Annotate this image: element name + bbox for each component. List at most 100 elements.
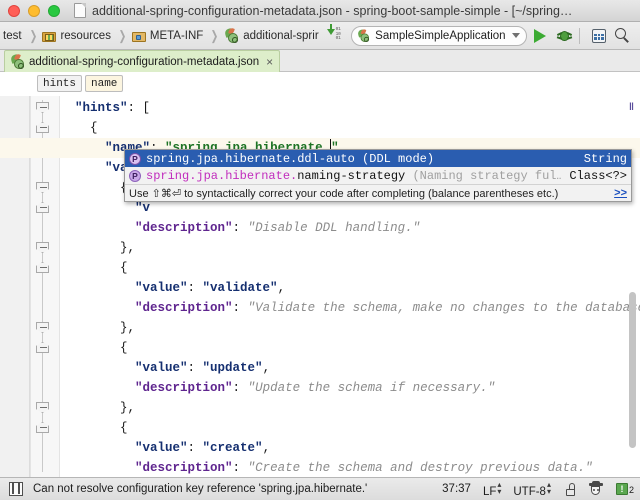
encoding-selector[interactable]: UTF-8▴ ▾ [513,480,551,498]
title-bar: additional-spring-configuration-metadata… [0,0,640,22]
status-badge[interactable]: ! 2 [615,483,634,495]
code-token: : [187,361,203,375]
window-title: additional-spring-configuration-metadata… [92,3,573,18]
tool-windows-button[interactable] [588,25,609,47]
completion-item-list[interactable]: Pspring.jpa.hibernate.ddl-auto (DDL mode… [125,150,631,184]
lock-icon[interactable] [565,482,576,496]
inspection-badge: ! [615,483,628,495]
document-icon [74,3,86,18]
navigation-toolbar: test ❯ resources ❯ META-INF ❯ additional… [0,22,640,50]
code-line: { [60,338,640,358]
property-icon: P [129,152,141,165]
breadcrumb-item-resources[interactable]: resources [40,22,113,49]
run-button[interactable] [530,25,551,47]
ide-window: additional-spring-configuration-metadata… [0,0,640,500]
code-token: }, [120,241,136,255]
debug-button[interactable] [554,25,575,47]
breadcrumb-label: test [3,29,22,42]
breadcrumb-label: META-INF [149,29,204,42]
breadcrumb-chip-hints[interactable]: hints [37,75,83,92]
status-message: Can not resolve configuration key refere… [33,483,368,495]
code-token: , [262,441,271,455]
breadcrumb-item-meta-inf[interactable]: META-INF [130,22,205,49]
code-token: : [232,221,248,235]
code-line: "value": "update", [60,358,640,378]
code-token: , [277,281,286,295]
code-token: "value" [135,361,188,375]
close-icon[interactable]: × [266,56,273,68]
search-icon [615,27,631,44]
sort-descending-icon[interactable]: 01 10 01 [326,24,344,43]
code-token: "hints" [75,101,128,115]
breadcrumb-item-file[interactable]: additional-sprir [222,22,320,49]
breadcrumb-chip-name[interactable]: name [85,75,124,92]
code-token: : [232,381,248,395]
code-token: : [ [127,101,151,115]
resources-folder-icon [42,30,57,42]
editor-tab-strip: additional-spring-configuration-metadata… [0,50,640,72]
breadcrumb-label: additional-sprir [243,29,319,42]
line-separator-selector[interactable]: LF▴ ▾ [483,480,501,498]
inspection-level-icon[interactable] [588,481,603,496]
json-breadcrumb-bar: hints name [0,72,640,96]
code-line: }, [60,318,640,338]
folder-icon [131,30,146,42]
code-token: "description" [135,461,233,475]
code-token: "description" [135,381,233,395]
code-token: : [232,461,248,475]
toolbar-divider [579,27,581,44]
editor-tab-label: additional-spring-configuration-metadata… [29,55,260,68]
code-line: }, [60,398,640,418]
code-token: "Disable DDL handling." [247,221,421,235]
code-token: "v [135,201,151,215]
close-window-button[interactable] [8,4,20,17]
code-token: "Create the schema and destroy previous … [247,461,593,475]
status-bar: Can not resolve configuration key refere… [0,477,640,500]
completion-hint-text: Use ⇧⌘⏎ to syntactically correct your co… [129,187,559,200]
code-token: , [262,361,271,375]
search-button[interactable] [613,25,634,47]
editor-tab-metadata-json[interactable]: additional-spring-configuration-metadata… [4,50,281,72]
tool-window-toggle-icon[interactable] [9,482,23,496]
breadcrumb-separator-icon: ❯ [29,27,37,43]
code-line: { [60,418,640,438]
caret-position[interactable]: 37:37 [442,483,471,495]
breadcrumb-label: resources [60,29,111,42]
code-line: { [60,258,640,278]
code-line: "description": "Create the schema and de… [60,458,640,477]
code-token: "value" [135,441,188,455]
code-token: "create" [202,441,263,455]
breadcrumb: test ❯ resources ❯ META-INF ❯ additional… [0,22,321,49]
code-token: : [187,281,203,295]
code-token: { [90,121,98,135]
completion-hint-bar: Use ⇧⌘⏎ to syntactically correct your co… [125,184,631,201]
code-line: { [60,118,640,138]
code-line: "description": "Update the schema if nec… [60,378,640,398]
run-configuration-selector[interactable]: SampleSimpleApplication [351,25,527,46]
code-completion-popup[interactable]: Pspring.jpa.hibernate.ddl-auto (DDL mode… [124,149,632,202]
code-token: "validate" [202,281,278,295]
code-token: "Validate the schema, make no changes to… [247,301,640,315]
breadcrumb-item-test[interactable]: test [1,22,24,49]
inspection-count: 2 [628,485,634,495]
code-token: { [120,341,128,355]
breadcrumb-separator-icon: ❯ [118,27,127,43]
code-token: "update" [202,361,263,375]
completion-item[interactable]: Pspring.jpa.hibernate.naming-strategy (N… [125,167,631,184]
code-token: "description" [135,301,233,315]
run-icon [534,28,547,43]
completion-item[interactable]: Pspring.jpa.hibernate.ddl-auto (DDL mode… [125,150,631,167]
completion-hint-more-link[interactable]: >> [608,187,627,199]
completion-item-label: spring.jpa.hibernate.naming-strategy (Na… [146,168,562,183]
code-line: "value": "create", [60,438,640,458]
minimize-window-button[interactable] [28,4,40,17]
editor-scrollbar-thumb[interactable] [629,292,636,448]
tool-windows-icon [591,28,606,43]
zoom-window-button[interactable] [48,4,60,17]
debug-bug-icon [557,29,573,43]
completion-item-type: String [583,151,627,166]
code-line: "hints": [ [60,98,640,118]
sort-digits: 01 10 01 [335,27,341,42]
code-token: "description" [135,221,233,235]
code-token: "Update the schema if necessary." [247,381,496,395]
